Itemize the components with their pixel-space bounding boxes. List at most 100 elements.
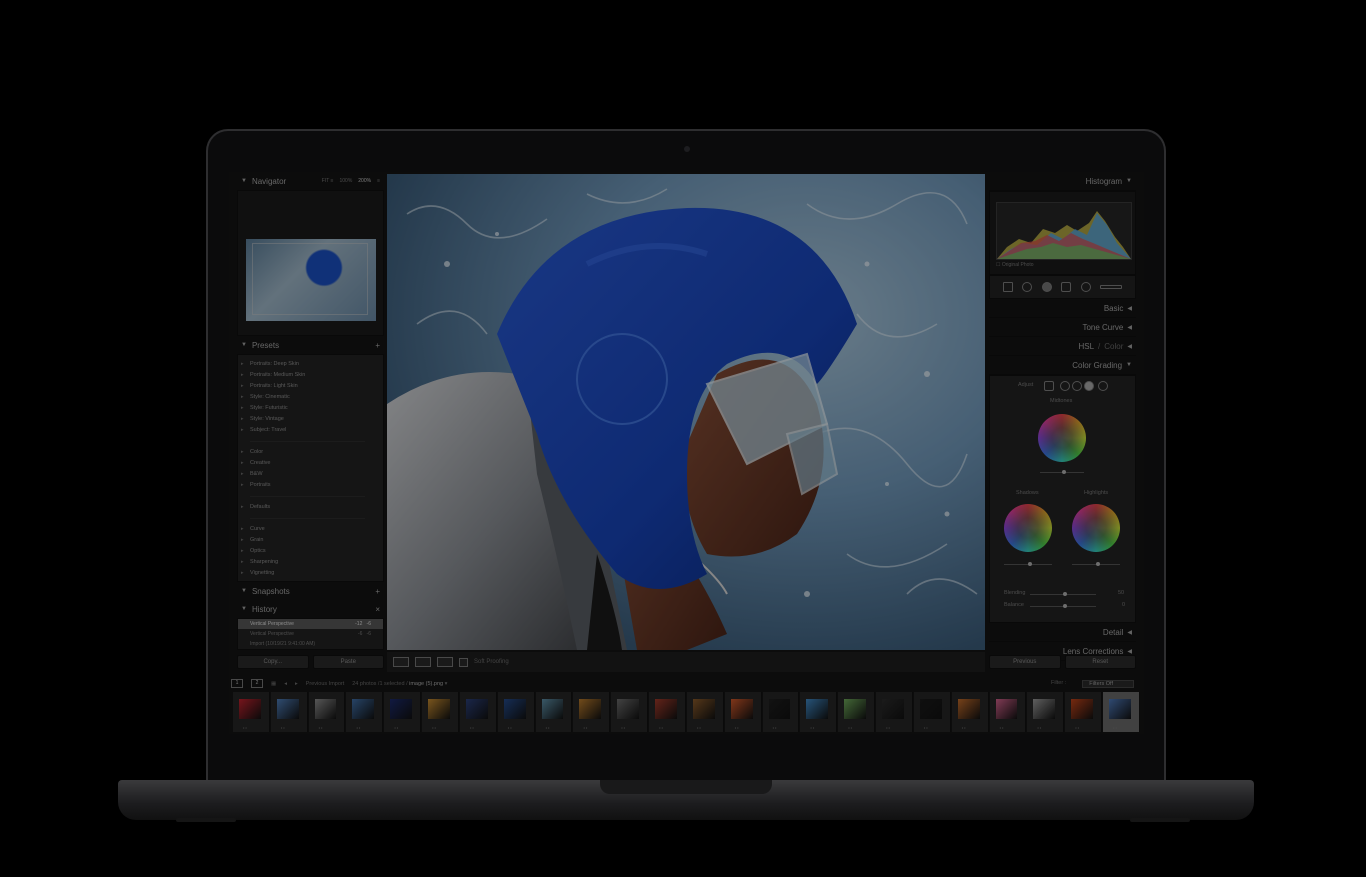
rating-stars[interactable]: •• [319,725,324,730]
history-header[interactable]: ▼ History × [237,600,384,618]
navigator-header[interactable]: ▼ Navigator FIT ≡ 100% 200% ≡ [237,172,384,190]
collapse-triangle-icon[interactable]: ▼ [241,342,247,348]
rating-stars[interactable]: •• [432,725,437,730]
soft-proofing-checkbox[interactable] [459,657,468,667]
filmstrip-thumbnail[interactable]: •• [384,692,422,732]
rating-stars[interactable]: •• [243,725,248,730]
filter-select[interactable]: Filters Off [1082,679,1134,688]
collapse-triangle-icon[interactable]: ▼ [241,178,247,184]
color-grading-header[interactable]: Color Grading ▼ [989,356,1136,375]
midtones-wheel[interactable] [1038,414,1086,462]
paste-button[interactable]: Paste [312,655,384,669]
copy-button[interactable]: Copy... [237,655,309,669]
zoom-fit[interactable]: FIT ≡ [322,178,334,184]
history-item[interactable]: Vertical Perspective -12 -6 [238,619,383,629]
previous-button[interactable]: Previous [989,655,1061,669]
rating-stars[interactable]: •• [886,725,891,730]
healing-icon[interactable] [1022,282,1033,292]
preset-item[interactable]: Sharpening [238,557,383,568]
shadows-mode-icon[interactable] [1060,381,1070,391]
expand-triangle-icon[interactable]: ◀ [1127,343,1132,350]
filmstrip-thumbnail[interactable]: •• [459,692,497,732]
grid-view-icon[interactable]: ▦ [271,681,276,687]
forward-arrow-icon[interactable]: ▸ [295,681,298,687]
filmstrip-thumbnail[interactable]: •• [724,692,762,732]
preset-item[interactable]: Optics [238,546,383,557]
collapse-triangle-icon[interactable]: ▼ [1126,362,1132,368]
histogram-header[interactable]: Histogram ▼ [989,172,1136,191]
rating-stars[interactable]: •• [394,725,399,730]
dropdown-arrow-icon[interactable]: ▾ [445,681,448,687]
page-2-button[interactable]: 2 [251,679,263,688]
filmstrip-thumbnail[interactable]: •• [913,692,951,732]
loupe-view-icon[interactable] [393,657,409,667]
rating-stars[interactable]: •• [470,725,475,730]
zoom-more[interactable]: ≡ [377,178,380,184]
preset-item[interactable]: Portraits: Light Skin [238,381,383,392]
expand-triangle-icon[interactable]: ◀ [1127,305,1132,312]
rating-stars[interactable]: •• [697,725,702,730]
filmstrip-thumbnail[interactable]: •• [1065,692,1103,732]
filmstrip-thumbnail[interactable]: •• [838,692,876,732]
expand-triangle-icon[interactable]: ◀ [1127,324,1132,331]
rating-stars[interactable]: •• [583,725,588,730]
history-item[interactable]: Import (10/19/21 9:41:00 AM) [238,639,383,649]
rating-stars[interactable]: •• [1113,725,1118,730]
red-eye-icon[interactable] [1061,282,1072,292]
rating-stars[interactable]: •• [848,725,853,730]
rating-stars[interactable]: •• [810,725,815,730]
highlights-luminance-slider[interactable] [1072,562,1120,566]
three-way-icon[interactable] [1044,381,1054,391]
navigator-preview[interactable] [237,190,384,336]
basic-header[interactable]: Basic ◀ [989,299,1136,318]
preset-item[interactable]: Vignetting [238,568,383,579]
masking-icon[interactable] [1041,282,1052,292]
rating-stars[interactable]: •• [924,725,929,730]
slider-icon[interactable] [1100,285,1123,289]
filmstrip-thumbnail[interactable]: •• [989,692,1027,732]
compare-view-icon[interactable] [415,657,431,667]
preset-item[interactable]: Curve [238,524,383,535]
preset-item[interactable]: Creative [238,458,383,469]
global-mode-icon[interactable] [1098,381,1108,391]
collapse-triangle-icon[interactable]: ▼ [241,606,247,612]
rating-stars[interactable]: •• [508,725,513,730]
rating-stars[interactable]: •• [546,725,551,730]
rating-stars[interactable]: •• [1000,725,1005,730]
rating-stars[interactable]: •• [659,725,664,730]
preset-item[interactable]: Grain [238,535,383,546]
source-label[interactable]: Previous Import [306,681,345,687]
collapse-triangle-icon[interactable]: ▼ [241,588,247,594]
rating-stars[interactable]: •• [735,725,740,730]
rating-stars[interactable]: •• [962,725,967,730]
midtones-mode-icon[interactable] [1072,381,1082,391]
filmstrip-thumbnail[interactable]: •• [573,692,611,732]
filmstrip-thumbnail[interactable]: •• [422,692,459,732]
midtones-luminance-slider[interactable] [1040,470,1084,474]
filmstrip-thumbnail[interactable]: •• [876,692,913,732]
rating-stars[interactable]: •• [1075,725,1080,730]
preset-item[interactable]: Style: Vintage [238,414,383,425]
crop-icon[interactable] [1002,282,1013,292]
filmstrip-thumbnail[interactable]: •• [611,692,649,732]
expand-triangle-icon[interactable]: ◀ [1127,648,1132,655]
balance-slider[interactable] [1030,604,1096,608]
rating-stars[interactable]: •• [621,725,626,730]
rating-stars[interactable]: •• [773,725,778,730]
add-snapshot-icon[interactable]: + [375,587,380,596]
filmstrip-thumbnail[interactable]: •• [649,692,686,732]
zoom-100[interactable]: 100% [339,178,352,184]
filmstrip-thumbnail[interactable]: •• [535,692,573,732]
detail-header[interactable]: Detail ◀ [989,623,1136,642]
filmstrip-thumbnail[interactable]: •• [762,692,800,732]
filmstrip-thumbnail[interactable]: •• [308,692,346,732]
filmstrip-thumbnail[interactable]: •• [1103,692,1140,732]
hsl-header[interactable]: HSL / Color ◀ [989,337,1136,356]
filmstrip-thumbnail[interactable]: •• [1027,692,1065,732]
filmstrip-thumbnail[interactable]: •• [951,692,989,732]
history-item[interactable]: Vertical Perspective -6 -6 [238,629,383,639]
add-preset-icon[interactable]: + [375,341,380,350]
preset-item[interactable]: Style: Cinematic [238,392,383,403]
filmstrip-thumbnail[interactable]: •• [497,692,535,732]
rating-stars[interactable]: •• [356,725,361,730]
